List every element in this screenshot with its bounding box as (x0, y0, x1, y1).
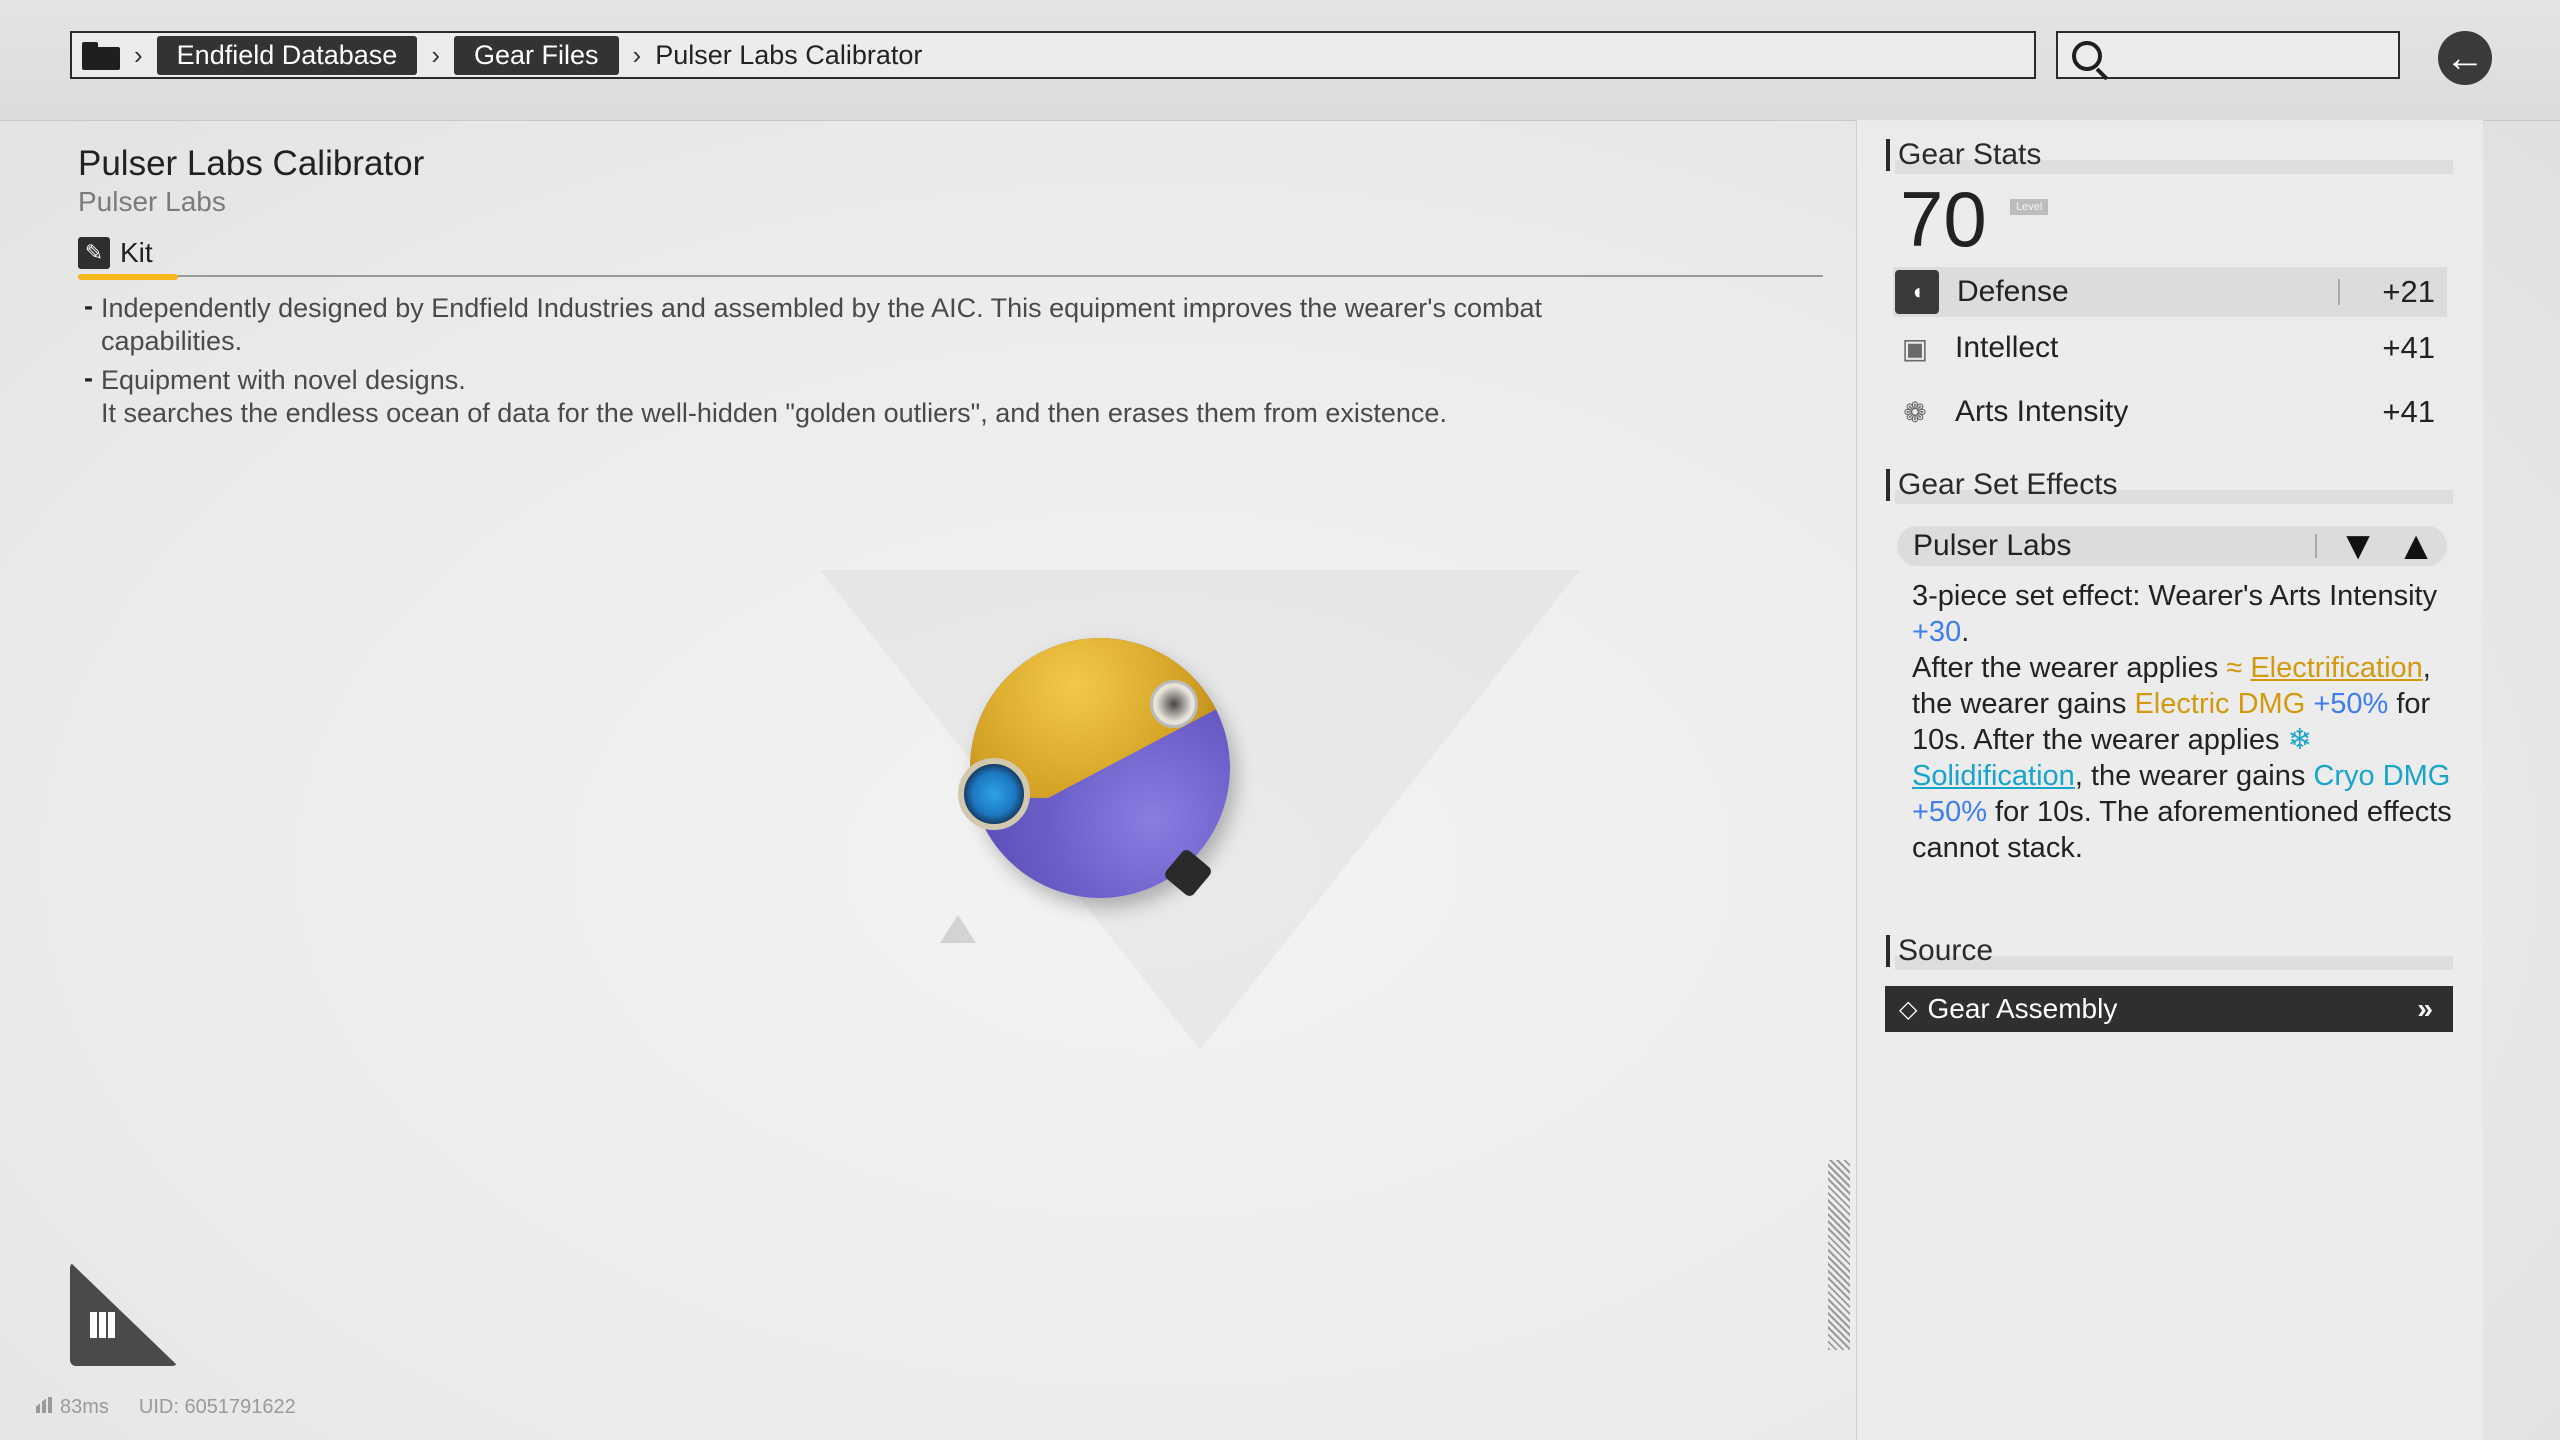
set-text-value: +50% (1912, 796, 1987, 828)
arrow-left-icon: ← (2445, 35, 2485, 80)
set-name: Pulser Labs (1913, 529, 2072, 562)
set-text-value: +30 (1912, 616, 1962, 648)
chevron-right-icon: › (632, 39, 642, 70)
menu-button[interactable] (70, 1262, 178, 1366)
set-effect-description: 3-piece set effect: Wearer's Arts Intens… (1912, 578, 2452, 866)
stat-row-defense: ◖ Defense +21 (1893, 267, 2447, 317)
description-line: Equipment with novel designs. It searche… (84, 362, 1684, 430)
section-gear-set-effects: Gear Set Effects (1886, 468, 2118, 502)
back-button[interactable]: ← (2438, 31, 2492, 85)
section-gear-stats: Gear Stats (1886, 138, 2041, 172)
uid-text: UID: 6051791622 (138, 1396, 296, 1418)
chevron-right-icon: › (134, 39, 143, 70)
shield-icon: ◖ (1895, 270, 1939, 314)
stat-row-arts-intensity: ❁ Arts Intensity +41 (1893, 387, 2447, 437)
pulser-labs-logo-icon: ▼ (2338, 523, 2378, 568)
search-icon[interactable] (2072, 41, 2102, 71)
stat-value: +21 (2382, 274, 2435, 309)
electrification-icon: ≈ (2226, 652, 2251, 684)
stat-name: Arts Intensity (1955, 395, 2129, 428)
gear-item-lens (958, 758, 1030, 830)
tab-kit-label: Kit (120, 237, 153, 268)
section-title: Gear Set Effects (1898, 468, 2118, 501)
chevron-right-icon: › (431, 39, 440, 70)
stat-separator (2338, 279, 2341, 305)
stat-value: +41 (2382, 330, 2435, 365)
breadcrumb-item-endfield-database[interactable]: Endfield Database (156, 35, 418, 75)
intellect-icon: ▣ (1901, 332, 1929, 364)
stat-row-intellect: ▣ Intellect +41 (1893, 323, 2447, 373)
set-text-part: . (1961, 616, 1970, 648)
arts-icon: ❁ (1903, 396, 1927, 428)
set-text-part: , the wearer gains (2074, 760, 2314, 792)
solidification-link[interactable]: Solidification (1912, 760, 2075, 792)
status-footer: 83ms UID: 6051791622 (36, 1396, 296, 1419)
gear-assembly-button[interactable]: ◇ Gear Assembly » (1885, 986, 2453, 1032)
page-subtitle: Pulser Labs (78, 186, 226, 217)
gear-level: 70 (1900, 175, 1987, 263)
grid-icon (90, 1312, 116, 1338)
set-text-value: +50% (2313, 688, 2389, 720)
search-box[interactable] (2056, 31, 2400, 79)
tab-kit[interactable]: ✎ Kit (78, 230, 153, 276)
folder-icon[interactable] (82, 42, 120, 70)
section-bar (1886, 139, 1890, 171)
electrification-link[interactable]: Electrification (2250, 652, 2422, 684)
double-chevron-right-icon: » (2417, 993, 2433, 1024)
section-title: Source (1898, 934, 1994, 967)
section-title: Gear Stats (1898, 138, 2042, 171)
set-separator (2315, 534, 2317, 558)
page-title: Pulser Labs Calibrator (78, 144, 425, 183)
electric-dmg-text: Electric DMG (2134, 688, 2306, 720)
breadcrumb-item-current: Pulser Labs Calibrator (655, 39, 923, 70)
cryo-dmg-text: Cryo DMG (2313, 760, 2451, 792)
ping-value: 83ms (60, 1396, 109, 1418)
set-name-pill: Pulser Labs ▼ ▲ (1897, 523, 2447, 568)
stat-name: Defense (1957, 275, 2069, 308)
divider (78, 275, 1823, 277)
item-description: Independently designed by Endfield Indus… (84, 290, 1684, 436)
background-triangle-small (940, 915, 976, 943)
gear-item-lens-small (1150, 680, 1198, 728)
gear-assembly-label: Gear Assembly (1927, 993, 2118, 1024)
signal-icon (36, 1397, 52, 1413)
section-bar (1886, 469, 1890, 501)
kit-icon: ✎ (78, 237, 110, 269)
section-bar (1886, 935, 1890, 967)
stat-name: Intellect (1955, 331, 2059, 364)
ping-status: 83ms (36, 1396, 109, 1419)
breadcrumb: › Endfield Database › Gear Files › Pulse… (70, 31, 2036, 79)
set-triangle-logo-icon: ▲ (2396, 523, 2436, 568)
description-line: Independently designed by Endfield Indus… (84, 290, 1684, 358)
breadcrumb-item-gear-files[interactable]: Gear Files (454, 35, 619, 75)
solidification-icon: ❄ (2287, 724, 2312, 756)
tab-active-indicator (78, 274, 178, 280)
diamond-icon: ◇ (1899, 995, 1918, 1023)
set-text-part: for 10s. The aforementioned effects cann… (1912, 796, 2452, 864)
set-text-part: After the wearer applies (1912, 652, 2227, 684)
section-source: Source (1886, 934, 1993, 968)
decorative-strip (1828, 1160, 1850, 1350)
set-text-part: 3-piece set effect: Wearer's Arts Intens… (1912, 580, 2438, 612)
search-input[interactable] (2118, 39, 2392, 73)
stat-value: +41 (2382, 394, 2435, 429)
level-tag: Level (2010, 199, 2049, 215)
